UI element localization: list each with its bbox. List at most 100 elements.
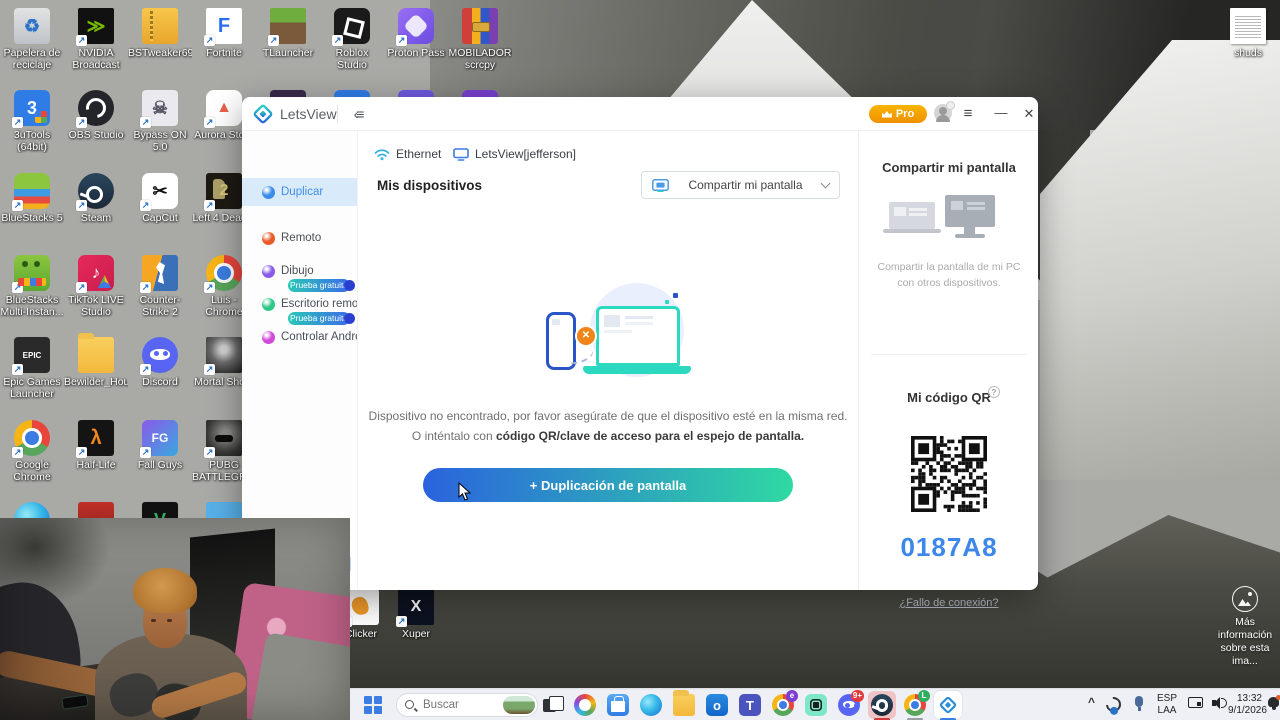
collapse-sidebar-icon[interactable]: ‹≡ xyxy=(348,105,368,123)
app-icon: ↗ xyxy=(76,90,114,128)
taskbar-icon-microsoft-store[interactable] xyxy=(604,691,632,719)
sidebar-item-label: Controlar Android xyxy=(281,331,357,343)
taskbar-icon-letsview[interactable] xyxy=(934,691,962,720)
tray-language-bottom: LAA xyxy=(1157,705,1177,716)
shortcut-arrow-icon: ↗ xyxy=(140,282,151,293)
app-icon: ↗ xyxy=(12,255,50,293)
taskbar-icon-screen-recorder[interactable] xyxy=(802,691,830,719)
letsview-logo-icon xyxy=(253,104,273,124)
sidebar-item-controlar-android[interactable]: Controlar Android xyxy=(242,323,357,351)
chevron-down-icon xyxy=(820,178,831,189)
desktop-icon-fortnite[interactable]: F ↗ Fortnite xyxy=(192,8,256,59)
taskbar-icon-teams[interactable]: T xyxy=(736,691,764,719)
desktop-icon-tlauncher[interactable]: ↗ TLauncher xyxy=(256,8,320,59)
illustration-laptop-base xyxy=(583,366,691,374)
sidebar-item-label: Dibujo xyxy=(281,265,314,277)
desktop-icon-bypass-on-5-0[interactable]: ☠ ↗ Bypass ON 5.0 xyxy=(128,90,192,153)
shortcut-arrow-icon: ↗ xyxy=(140,447,151,458)
desktop-icon-3utools-64bit-[interactable]: 3 ↗ 3uTools (64bit) xyxy=(0,90,64,153)
desktop-icon-half-life[interactable]: λ ↗ Half-Life xyxy=(64,420,128,471)
sidebar-item-duplicar[interactable]: Duplicar xyxy=(242,178,357,206)
tray-speaker-icon[interactable] xyxy=(1212,697,1228,709)
close-button[interactable]: ✕ xyxy=(1018,105,1040,123)
icon-badge: 9+ xyxy=(850,690,864,702)
share-screen-dropdown[interactable]: Compartir mi pantalla xyxy=(641,171,840,199)
notification-dot xyxy=(1276,695,1280,700)
desktop-icon-capcut[interactable]: ✂ ↗ CapCut xyxy=(128,173,192,224)
taskbar-icon-discord[interactable]: 9+ xyxy=(835,690,864,719)
title-bar: LetsView ‹≡ Pro ≡ — ✕ xyxy=(242,97,1038,131)
icon-label: Xuper xyxy=(401,628,431,640)
account-avatar[interactable] xyxy=(934,101,955,122)
desktop-icon-bstweaker69020[interactable]: BSTweaker69020 xyxy=(128,8,192,59)
minimize-button[interactable]: — xyxy=(990,105,1012,123)
desktop-icon-mobilador-scrcpy[interactable]: MOBILADOR scrcpy xyxy=(448,8,512,71)
app-icon: ↗ xyxy=(140,255,178,293)
desktop-icon-tiktok-live-studio[interactable]: ♪ ↗ TikTok LIVE Studio xyxy=(64,255,128,318)
pro-button[interactable]: Pro xyxy=(869,105,927,123)
desktop-icon-papelera-de-reciclaje[interactable]: ♻ Papelera de reciclaje xyxy=(0,8,64,71)
outlook-icon: o xyxy=(706,694,728,716)
desktop-icon-proton-pass[interactable]: ↗ Proton Pass xyxy=(384,8,448,59)
connection-failed-link[interactable]: ¿Fallo de conexión? xyxy=(859,597,1039,609)
tab-ethernet[interactable]: Ethernet xyxy=(374,144,441,164)
taskbar-icon-task-view[interactable] xyxy=(538,691,566,719)
desktop-icon-discord[interactable]: ↗ Discord xyxy=(128,337,192,388)
taskbar-search[interactable] xyxy=(396,693,538,717)
app-icon: EPIC ↗ xyxy=(12,337,50,375)
taskbar-icon-copilot[interactable] xyxy=(571,691,599,719)
start-button[interactable] xyxy=(364,696,382,714)
tray-language[interactable]: ESP LAA xyxy=(1152,693,1182,717)
sidebar-item-remoto[interactable]: Remoto xyxy=(242,224,357,252)
chrome-profile-e-icon: e xyxy=(772,690,798,716)
screen-mirror-button[interactable]: + Duplicación de pantalla xyxy=(423,468,793,502)
taskbar-icon-file-explorer[interactable] xyxy=(670,690,698,719)
tray-microphone-icon[interactable] xyxy=(1135,696,1143,711)
taskbar-icon-chrome-profile-e[interactable]: e xyxy=(769,690,798,719)
desktop-icon-epic-games-launcher[interactable]: EPIC ↗ Epic Games Launcher xyxy=(0,337,64,400)
tray-overflow-chevron-icon[interactable]: ^ xyxy=(1088,695,1095,709)
tray-notification-bell-icon[interactable] xyxy=(1268,695,1280,710)
tab-letsview-device[interactable]: LetsView[jefferson] xyxy=(453,144,576,164)
shortcut-arrow-icon: ↗ xyxy=(76,200,87,211)
taskbar-icon-steam[interactable] xyxy=(868,691,896,720)
desktop-icon-roblox-studio[interactable]: ↗ Roblox Studio xyxy=(320,8,384,71)
desktop-icon-google-chrome[interactable]: ↗ Google Chrome xyxy=(0,420,64,483)
icon-label: BlueStacks Multi-Instan... xyxy=(0,294,64,319)
desktop-icon-shuds[interactable]: shuds xyxy=(1216,8,1280,59)
taskbar-icon-edge[interactable] xyxy=(637,691,665,719)
desktop-icon-steam[interactable]: ↗ Steam xyxy=(64,173,128,224)
qr-title: Mi código QR xyxy=(907,390,991,405)
share-panel-caption: Compartir la pantalla de mi PC con otros… xyxy=(877,261,1021,290)
desktop-icon-bluestacks-multi-instan-[interactable]: ↗ BlueStacks Multi-Instan... xyxy=(0,255,64,318)
desktop-icon-xuper[interactable]: X ↗ Xuper xyxy=(384,589,448,640)
tray-clock[interactable]: 13:32 9/1/2026 xyxy=(1228,693,1267,717)
task-view-icon xyxy=(541,694,564,716)
taskbar-icon-outlook[interactable]: o xyxy=(703,691,731,719)
desktop-icon-bluestacks-5[interactable]: ↗ BlueStacks 5 xyxy=(0,173,64,224)
desktop-icon-fall-guys[interactable]: FG ↗ Fall Guys xyxy=(128,420,192,471)
tray-update-icon[interactable] xyxy=(1102,693,1125,716)
desktop-icon-nvidia-broadcast[interactable]: ≫ ↗ NVIDIA Broadcast xyxy=(64,8,128,71)
help-icon[interactable]: ? xyxy=(988,386,1000,398)
app-icon: ↗ xyxy=(204,337,242,375)
monitor-large-icon xyxy=(945,195,995,227)
shortcut-arrow-icon: ↗ xyxy=(76,117,87,128)
spotlight-info[interactable]: Más información sobre esta ima... xyxy=(1210,586,1280,669)
shortcut-arrow-icon: ↗ xyxy=(140,200,151,211)
icon-label: Bewilder_House xyxy=(64,376,128,388)
sidebar-item-label: Duplicar xyxy=(281,186,324,198)
taskbar-icon-chrome-profile-l[interactable]: L xyxy=(901,690,930,720)
desktop-icon-counter-strike-2[interactable]: ↗ Counter-Strike 2 xyxy=(128,255,192,318)
icon-label: BSTweaker69020 xyxy=(128,47,192,59)
disconnected-icon: ✕ xyxy=(577,327,595,345)
desktop-icon-obs-studio[interactable]: ↗ OBS Studio xyxy=(64,90,128,141)
menu-icon[interactable]: ≡ xyxy=(958,105,978,123)
shortcut-arrow-icon: ↗ xyxy=(204,200,215,211)
spotlight-image-icon xyxy=(1232,586,1258,612)
search-input[interactable] xyxy=(421,695,501,715)
icon-label: Proton Pass xyxy=(387,47,445,59)
tray-network-icon[interactable] xyxy=(1188,697,1203,708)
share-panel-title: Compartir mi pantalla xyxy=(882,160,1016,175)
desktop-icon-bewilder-house[interactable]: Bewilder_House xyxy=(64,333,128,388)
